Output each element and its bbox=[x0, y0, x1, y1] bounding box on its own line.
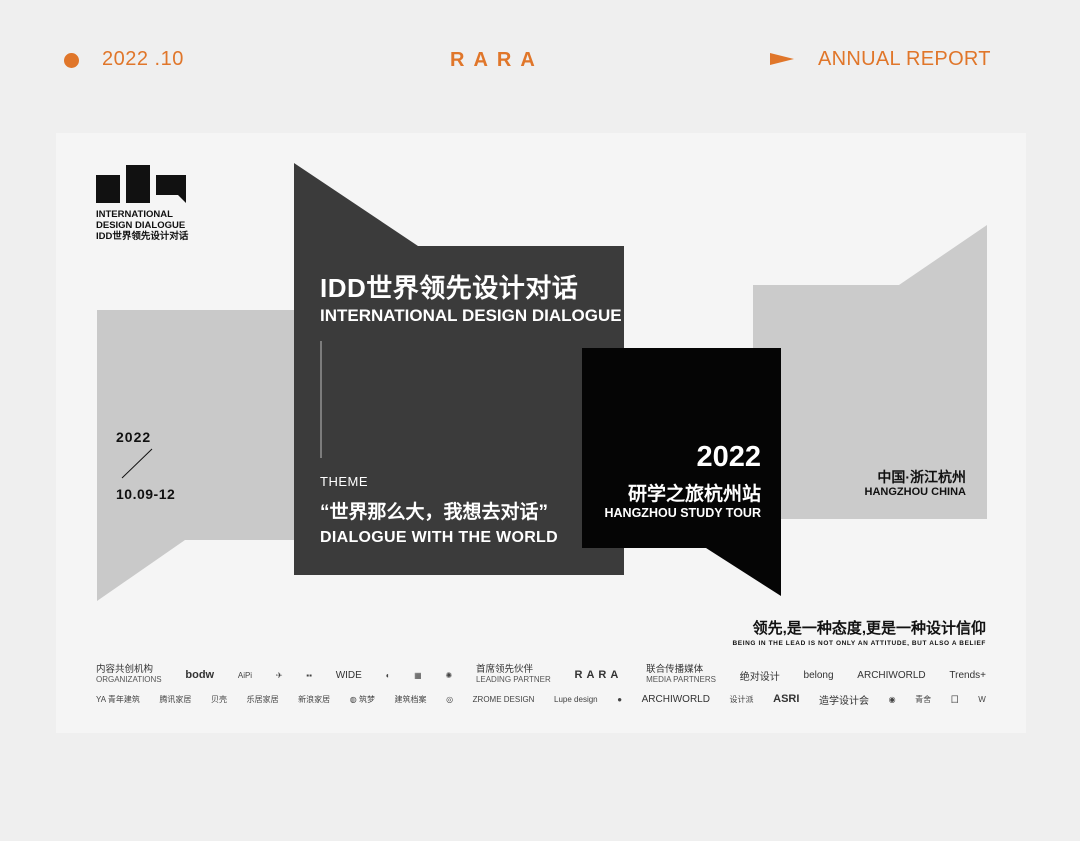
media-partners-label: 联合传播媒体 MEDIA PARTNERS bbox=[646, 665, 716, 685]
partner-logo[interactable]: WIDE bbox=[336, 670, 362, 681]
event-year: 2022 bbox=[116, 429, 152, 445]
organizations-label: 内容共创机构 ORGANIZATIONS bbox=[96, 665, 162, 685]
partner-logo[interactable]: 青舍 bbox=[915, 694, 931, 705]
media-logo[interactable]: 绝对设计 bbox=[740, 668, 780, 683]
page-header: 2022 .10 RARA ANNUAL REPORT bbox=[0, 0, 1080, 120]
partner-logo[interactable]: ◎ bbox=[446, 695, 453, 704]
media-partners-label-en: MEDIA PARTNERS bbox=[646, 675, 717, 684]
orange-dot-icon bbox=[64, 53, 79, 68]
title-en: INTERNATIONAL DESIGN DIALOGUE bbox=[320, 306, 622, 325]
leading-partner-label: 首席领先伙伴 LEADING PARTNER bbox=[476, 665, 551, 685]
partner-logo[interactable]: ◐ bbox=[386, 671, 391, 680]
triangle-arrow-icon bbox=[770, 53, 794, 65]
leading-partner-logo[interactable]: RARA bbox=[575, 669, 623, 681]
partner-logo[interactable]: ▦ bbox=[414, 671, 422, 680]
logo-line-1: INTERNATIONAL bbox=[96, 209, 173, 220]
title-cn: IDD世界领先设计对话 bbox=[320, 273, 579, 303]
partner-logo[interactable]: ✺ bbox=[445, 671, 452, 680]
partner-logo[interactable]: Lupe design bbox=[554, 695, 598, 704]
issue-date: 2022 .10 bbox=[102, 48, 184, 70]
partner-logo[interactable]: ● bbox=[617, 695, 622, 704]
logo-line-2: DESIGN DIALOGUE bbox=[96, 220, 186, 231]
partner-logo[interactable]: YA 青年建筑 bbox=[96, 694, 140, 705]
partner-logo[interactable]: AiPi bbox=[238, 671, 252, 680]
partner-logo[interactable]: W bbox=[978, 695, 986, 704]
tour-cn: 研学之旅杭州站 bbox=[627, 484, 761, 505]
brand-logo[interactable]: RARA bbox=[450, 49, 544, 72]
tour-year: 2022 bbox=[696, 441, 761, 473]
left-gray-flag bbox=[97, 310, 294, 601]
slogan-en: BEING IN THE LEAD IS NOT ONLY AN ATTITUD… bbox=[732, 640, 986, 647]
partner-logo[interactable]: 囗 bbox=[951, 694, 959, 705]
tour-en: HANGZHOU STUDY TOUR bbox=[604, 506, 762, 520]
partner-row-1: 内容共创机构 ORGANIZATIONS bodw AiPi ✈ ▪▪ WIDE… bbox=[96, 664, 986, 686]
idd-logo-text: INTERNATIONAL DESIGN DIALOGUE IDD世界领先设计对… bbox=[96, 209, 188, 242]
media-logo[interactable]: belong bbox=[804, 670, 834, 681]
partner-logo[interactable]: 设计派 bbox=[730, 694, 754, 705]
leading-partner-label-cn: 首席领先伙伴 bbox=[475, 664, 533, 675]
partner-row-2: YA 青年建筑 腾讯家居 贝壳 乐居家居 新浪家居 ◍ 筑梦 建筑档案 ◎ ZR… bbox=[96, 688, 986, 710]
organizations-label-en: ORGANIZATIONS bbox=[96, 675, 162, 684]
partner-logo[interactable]: ASRI bbox=[773, 693, 799, 705]
organizations-label-cn: 内容共创机构 bbox=[96, 664, 154, 675]
city-cn: 中国·浙江杭州 bbox=[877, 469, 966, 485]
partner-logo[interactable]: ✈ bbox=[276, 671, 283, 680]
report-label[interactable]: ANNUAL REPORT bbox=[818, 48, 991, 71]
partner-logo[interactable]: ◉ bbox=[889, 695, 896, 704]
media-partners-label-cn: 联合传播媒体 bbox=[646, 664, 704, 675]
partner-logo[interactable]: 腾讯家居 bbox=[159, 694, 191, 705]
theme-cn: “世界那么大，我想去对话” bbox=[320, 502, 549, 523]
logo-line-3: IDD世界领先设计对话 bbox=[96, 231, 189, 242]
partner-logo[interactable]: ZROME DESIGN bbox=[473, 695, 535, 704]
partner-logo[interactable]: 建筑档案 bbox=[395, 694, 427, 705]
city-en: HANGZHOU CHINA bbox=[864, 486, 966, 498]
event-date-range: 10.09-12 bbox=[116, 486, 176, 502]
media-logo[interactable]: ARCHIWORLD bbox=[857, 670, 925, 681]
media-logo[interactable]: Trends+ bbox=[949, 670, 986, 681]
partner-logo[interactable]: 新浪家居 bbox=[298, 694, 330, 705]
theme-en: DIALOGUE WITH THE WORLD bbox=[320, 529, 558, 546]
idd-logo-icon bbox=[96, 165, 186, 203]
partner-logo[interactable]: 贝壳 bbox=[211, 694, 227, 705]
slogan-cn: 领先,是一种态度,更是一种设计信仰 bbox=[752, 620, 986, 637]
partner-logo[interactable]: 造学设计会 bbox=[819, 692, 869, 707]
event-poster: INTERNATIONAL DESIGN DIALOGUE IDD世界领先设计对… bbox=[56, 133, 1026, 733]
partner-logo[interactable]: bodw bbox=[185, 669, 214, 681]
partner-logo[interactable]: ◍ 筑梦 bbox=[350, 694, 375, 705]
theme-label: THEME bbox=[320, 474, 368, 489]
partner-logo[interactable]: 乐居家居 bbox=[247, 694, 279, 705]
partner-logo[interactable]: ARCHIWORLD bbox=[642, 694, 710, 705]
partner-logo[interactable]: ▪▪ bbox=[306, 671, 312, 680]
leading-partner-label-en: LEADING PARTNER bbox=[475, 675, 551, 684]
